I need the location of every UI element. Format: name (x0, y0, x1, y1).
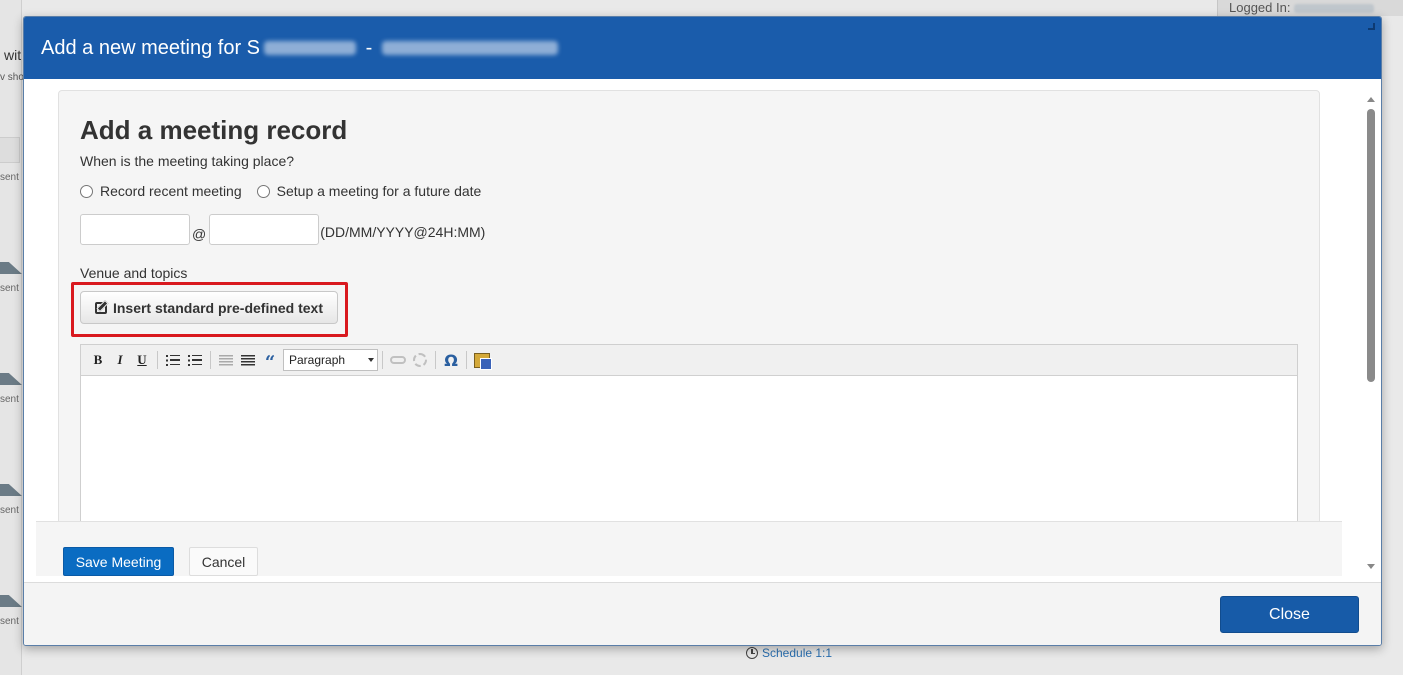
toolbar-separator (466, 351, 467, 369)
editor-toolbar: B I U “ Paragraph Ω (81, 345, 1297, 376)
background-sent-label: sent (0, 505, 19, 516)
redacted-employee-id (264, 41, 357, 56)
insert-link-button[interactable] (387, 349, 409, 371)
outdent-icon (219, 354, 233, 366)
clock-icon (746, 647, 758, 659)
redacted-employee-name (381, 41, 558, 56)
modal-title-prefix: Add a new meeting for S (41, 36, 261, 59)
toolbar-separator (210, 351, 211, 369)
numbered-list-icon (188, 354, 202, 366)
blockquote-icon: “ (264, 352, 276, 373)
radio-record-recent-circle[interactable] (80, 184, 93, 198)
outdent-button[interactable] (215, 349, 237, 371)
add-meeting-modal: Add a new meeting for S - Add a meeting … (23, 16, 1382, 646)
logged-in-indicator: Logged In: (1217, 0, 1403, 16)
background-button-fragment (0, 137, 20, 163)
radio-record-recent[interactable]: Record recent meeting (80, 183, 242, 199)
schedule-link-label: Schedule 1:1 (762, 646, 833, 660)
form-title: Add a meeting record (80, 115, 348, 145)
radio-future-date-circle[interactable] (256, 184, 270, 198)
toolbar-separator (435, 351, 436, 369)
datetime-format-hint: (DD/MM/YYYY@24H:MM) (320, 223, 486, 240)
scrollbar-thumb[interactable] (1367, 109, 1375, 382)
modal-footer: Close (24, 582, 1381, 645)
schedule-one-on-one-link[interactable]: Schedule 1:1 (746, 646, 832, 660)
underline-button[interactable]: U (131, 349, 153, 371)
meeting-type-radio-group: Record recent meeting Setup a meeting fo… (80, 183, 496, 199)
numbered-list-button[interactable] (184, 349, 206, 371)
insert-predefined-text-label: Insert standard pre-defined text (112, 299, 324, 316)
modal-title-separator: - (360, 36, 378, 59)
unlink-icon (413, 353, 427, 367)
cancel-button[interactable]: Cancel (189, 547, 258, 576)
venue-topics-label: Venue and topics (80, 265, 188, 281)
meeting-time-question: When is the meeting taking place? (80, 153, 295, 169)
scroll-up-arrow-icon[interactable] (1367, 97, 1375, 102)
bullet-list-button[interactable] (162, 349, 184, 371)
date-input[interactable] (80, 214, 190, 245)
save-meeting-button[interactable]: Save Meeting (63, 547, 174, 576)
scroll-down-arrow-icon[interactable] (1367, 564, 1375, 569)
omega-icon: Ω (444, 350, 458, 370)
radio-record-recent-label[interactable]: Record recent meeting (100, 183, 242, 199)
toolbar-separator (157, 351, 158, 369)
special-character-button[interactable]: Ω (440, 349, 462, 371)
block-format-select[interactable]: Paragraph (283, 349, 378, 371)
radio-future-date[interactable]: Setup a meeting for a future date (256, 183, 482, 199)
at-separator: @ (192, 225, 207, 242)
background-sidebar (0, 0, 22, 675)
background-sent-label: sent (0, 172, 19, 183)
radio-future-date-label[interactable]: Setup a meeting for a future date (277, 183, 482, 199)
italic-button[interactable]: I (109, 349, 131, 371)
background-sent-label: sent (0, 283, 19, 294)
background-heading-fragment: wit (4, 47, 22, 63)
logged-in-label: Logged In: (1229, 0, 1291, 15)
blockquote-button[interactable]: “ (259, 349, 281, 373)
unlink-button[interactable] (409, 349, 431, 371)
background-subtext-fragment: v sho (0, 72, 24, 83)
modal-title: Add a new meeting for S - (41, 37, 562, 60)
insert-predefined-text-button[interactable]: Insert standard pre-defined text (80, 291, 338, 324)
indent-icon (241, 354, 255, 366)
modal-body-scrollbar[interactable] (1364, 93, 1378, 569)
modal-body: Add a meeting record When is the meeting… (24, 79, 1381, 582)
close-button[interactable]: Close (1220, 596, 1359, 633)
block-format-value: Paragraph (289, 353, 346, 367)
link-icon (390, 356, 406, 364)
resize-handle-icon[interactable] (1368, 23, 1375, 30)
toolbar-separator (382, 351, 383, 369)
paste-word-icon (474, 352, 492, 370)
meeting-form-panel: Add a meeting record When is the meeting… (58, 90, 1320, 574)
indent-button[interactable] (237, 349, 259, 371)
bullet-list-icon (166, 354, 180, 366)
chevron-down-icon (368, 358, 374, 362)
background-sent-label: sent (0, 394, 19, 405)
modal-header: Add a new meeting for S - (24, 17, 1381, 79)
bold-button[interactable]: B (87, 349, 109, 371)
redacted-username (1294, 4, 1375, 14)
form-actions: Save Meeting Cancel (36, 521, 1342, 576)
edit-icon (94, 301, 107, 314)
datetime-row: @ (DD/MM/YYYY@24H:MM) (80, 214, 485, 245)
time-input[interactable] (209, 214, 320, 245)
background-sent-label: sent (0, 616, 19, 627)
paste-from-word-button[interactable] (471, 349, 493, 371)
